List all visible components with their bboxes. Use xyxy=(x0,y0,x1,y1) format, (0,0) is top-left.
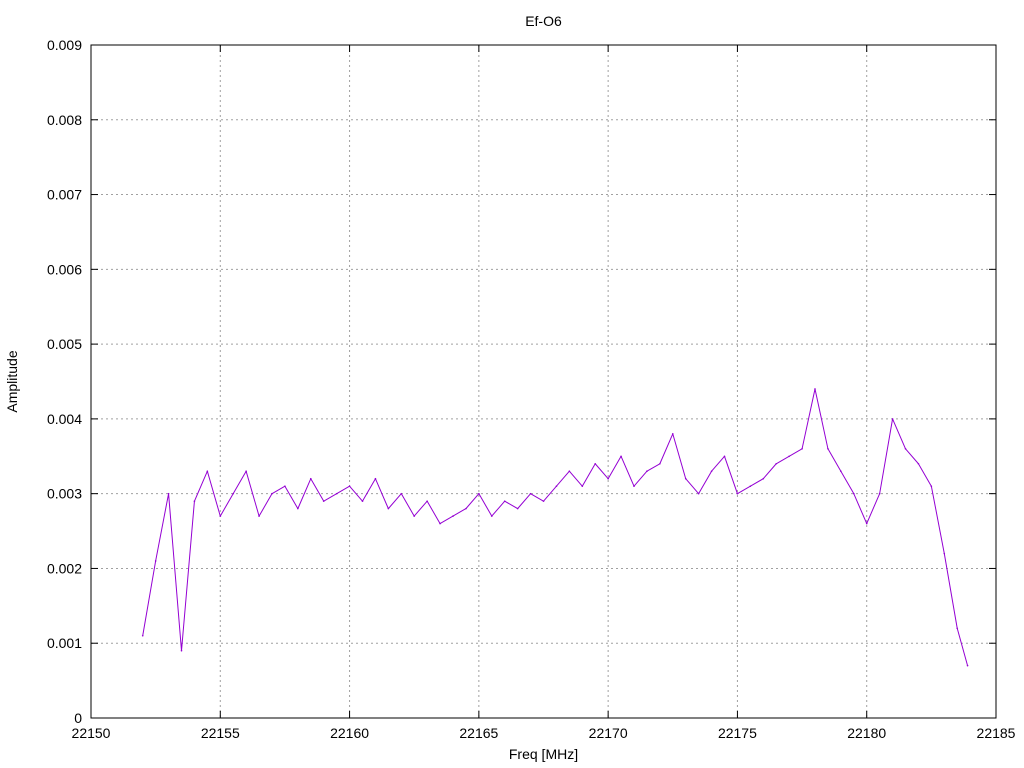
x-tick-label: 22165 xyxy=(459,725,498,741)
data-point xyxy=(271,492,273,495)
data-point xyxy=(840,470,842,473)
data-point xyxy=(710,470,713,473)
data-point xyxy=(749,485,752,487)
data-point xyxy=(193,500,196,502)
x-tick-label: 22160 xyxy=(330,725,369,741)
x-tick-label: 22180 xyxy=(847,725,886,741)
x-tick-label: 22185 xyxy=(977,725,1016,741)
data-point xyxy=(542,500,545,502)
data-point xyxy=(258,515,260,517)
data-point xyxy=(633,485,635,487)
data-point xyxy=(400,492,403,495)
y-tick-label: 0.009 xyxy=(47,37,82,53)
data-point xyxy=(966,664,969,667)
data-point xyxy=(956,627,959,630)
data-point xyxy=(801,448,803,450)
y-tick-label: 0.005 xyxy=(47,336,82,352)
data-point xyxy=(568,470,571,473)
data-point xyxy=(659,462,661,465)
data-point xyxy=(180,649,183,652)
data-point xyxy=(827,448,829,450)
data-point xyxy=(594,462,597,465)
data-point xyxy=(141,634,144,637)
x-tick-label: 22155 xyxy=(201,725,240,741)
data-point xyxy=(607,477,609,480)
data-point xyxy=(891,418,894,420)
data-point xyxy=(322,500,325,502)
data-point xyxy=(503,500,506,502)
y-tick-label: 0.002 xyxy=(47,560,82,576)
y-tick-label: 0.008 xyxy=(47,112,82,128)
chart-background xyxy=(0,0,1024,768)
data-point xyxy=(917,462,920,465)
data-point xyxy=(284,485,286,487)
y-tick-label: 0.007 xyxy=(47,187,82,203)
data-point xyxy=(232,492,235,495)
y-tick-label: 0.001 xyxy=(47,635,82,651)
data-point xyxy=(555,485,558,487)
data-point xyxy=(516,507,519,510)
data-point xyxy=(206,470,209,473)
x-axis-title: Freq [MHz] xyxy=(509,746,578,762)
data-point xyxy=(361,500,364,502)
data-point xyxy=(297,507,299,510)
x-tick-label: 22175 xyxy=(718,725,757,741)
data-point xyxy=(723,455,726,458)
data-point xyxy=(387,507,390,510)
data-point xyxy=(814,388,816,390)
data-point xyxy=(529,492,532,495)
data-point xyxy=(309,477,312,480)
data-point xyxy=(684,477,687,480)
x-tick-label: 22170 xyxy=(589,725,628,741)
y-tick-label: 0.004 xyxy=(47,411,82,427)
data-point xyxy=(930,485,933,487)
data-point xyxy=(452,515,454,517)
data-point xyxy=(775,462,778,465)
data-point xyxy=(245,470,247,473)
data-point xyxy=(167,492,170,495)
data-point xyxy=(788,455,790,458)
x-tick-label: 22150 xyxy=(72,725,111,741)
y-axis-title: Amplitude xyxy=(4,350,20,412)
data-point xyxy=(865,522,868,525)
data-point xyxy=(878,492,881,495)
data-point xyxy=(943,552,946,555)
data-point xyxy=(413,515,416,517)
data-point xyxy=(671,433,674,435)
data-point xyxy=(646,470,648,473)
data-point xyxy=(465,507,467,510)
data-point xyxy=(348,485,351,487)
chart-title: Ef-O6 xyxy=(525,13,562,29)
y-tick-label: 0.006 xyxy=(47,261,82,277)
data-point xyxy=(581,485,584,487)
data-point xyxy=(374,477,377,480)
data-point xyxy=(620,455,622,458)
data-point xyxy=(762,477,765,480)
y-tick-label: 0 xyxy=(74,710,82,726)
data-point xyxy=(426,500,428,502)
data-point xyxy=(335,492,338,495)
data-point xyxy=(154,560,157,562)
data-point xyxy=(697,492,700,495)
data-point xyxy=(439,522,441,525)
data-point xyxy=(736,492,739,495)
y-tick-label: 0.003 xyxy=(47,486,82,502)
data-point xyxy=(852,492,855,495)
chart: 22150 22155 22160 22165 22170 22175 22180 22185… xyxy=(0,0,1024,768)
data-point xyxy=(219,515,222,517)
data-point xyxy=(904,448,907,450)
data-point xyxy=(490,515,493,517)
data-point xyxy=(478,492,480,495)
